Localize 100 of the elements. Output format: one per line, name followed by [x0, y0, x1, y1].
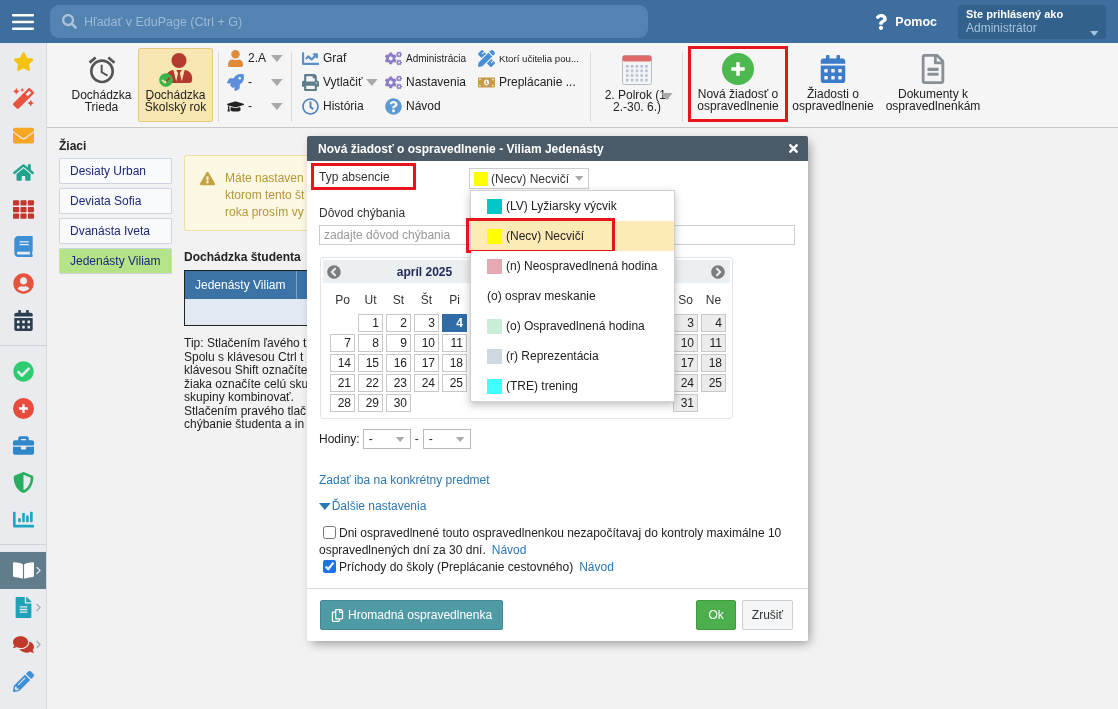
star-icon [13, 51, 34, 72]
day-cell[interactable]: 18 [442, 354, 467, 372]
cancel-button[interactable]: Zrušiť [741, 600, 793, 630]
user-caption: Ste prihlásený ako [966, 6, 1064, 21]
menu-icon[interactable] [12, 13, 34, 30]
student-item[interactable]: Jedenásty Viliam [59, 248, 172, 274]
day-cell[interactable]: 24 [673, 374, 698, 392]
day-cell[interactable]: 1 [358, 314, 383, 332]
toolbar-menu-item[interactable]: Návod [385, 94, 470, 118]
plus-circle-icon [722, 53, 754, 85]
attendance-title: Dochádzka študenta [184, 250, 302, 265]
day-cell[interactable]: 29 [358, 394, 383, 412]
student-item[interactable]: Dvanásta Iveta [59, 218, 172, 244]
weekday-label: Pi [448, 293, 461, 307]
student-item[interactable]: Desiaty Urban [59, 158, 172, 184]
day-cell[interactable]: 4 [701, 314, 726, 332]
day-cell[interactable]: 25 [442, 374, 467, 392]
day-cell[interactable]: 18 [701, 354, 726, 372]
toolbar-button[interactable]: Dokumenty k ospravedlnenkám [886, 49, 980, 119]
toolbar-menu-item[interactable]: História [302, 94, 377, 118]
filter-dropdown[interactable]: 2.A [227, 46, 283, 70]
day-cell[interactable]: 25 [701, 374, 726, 392]
filter-dropdown[interactable]: - [227, 94, 283, 118]
day-cell[interactable]: 30 [386, 394, 411, 412]
absence-type-select[interactable]: (Necv) Necvičí [469, 168, 589, 189]
sidebar-item[interactable] [0, 552, 46, 589]
view-button[interactable]: Dochádzka Trieda [68, 48, 135, 122]
day-cell[interactable]: 10 [414, 334, 439, 352]
hour-select[interactable]: - [422, 429, 471, 449]
dropdown-option[interactable]: (o) osprav meskanie [471, 281, 674, 311]
day-cell[interactable]: 15 [358, 354, 383, 372]
more-settings-link[interactable]: Ďalšie nastavenia [319, 499, 427, 514]
gears-icon [385, 73, 402, 91]
filter-dropdown[interactable]: - [227, 70, 283, 94]
day-cell[interactable]: 21 [330, 374, 355, 392]
day-cell[interactable]: 11 [442, 334, 467, 352]
help-link[interactable]: Návod [579, 560, 614, 574]
day-cell[interactable]: 14 [330, 354, 355, 372]
toolbar-menu-item[interactable]: Nastavenia [385, 70, 470, 94]
day-cell[interactable]: 9 [386, 334, 411, 352]
dropdown-option[interactable]: (o) Ospravedlnená hodina [471, 311, 674, 341]
day-cell[interactable]: 24 [414, 374, 439, 392]
chevron-left-icon[interactable] [327, 264, 341, 279]
toolbar-menu-item[interactable]: Vytlačiť [302, 70, 377, 94]
question-mark-icon [873, 13, 890, 30]
toolbar-menu-item[interactable]: Graf [302, 46, 377, 70]
close-icon[interactable] [787, 142, 800, 155]
view-button[interactable]: Dochádzka Školský rok [138, 48, 213, 122]
checkbox[interactable] [323, 560, 336, 573]
day-cell[interactable]: 23 [386, 374, 411, 392]
day-cell[interactable]: 7 [330, 334, 355, 352]
toolbar-button[interactable]: Nová žiadosť o ospravedlnenie [691, 49, 785, 119]
day-cell[interactable]: 28 [330, 394, 355, 412]
open-book-icon [13, 560, 34, 581]
period-dropdown[interactable]: 2. Polrok (1. 2.-30. 6.) [597, 48, 677, 122]
subject-link[interactable]: Zadať iba na konkrétny predmet [319, 473, 490, 488]
help-icon [385, 97, 402, 115]
rocket-icon [227, 73, 244, 91]
toolbar-menu-item[interactable]: Preplácanie ... [478, 70, 582, 94]
weekday-label: Ut [363, 293, 378, 307]
tip-text: chýbanie študenta a in [184, 418, 306, 432]
day-cell[interactable]: 11 [701, 334, 726, 352]
weekday-label: St [391, 293, 406, 307]
day-cell[interactable]: 31 [673, 394, 698, 412]
dropdown-option[interactable]: (r) Reprezentácia [471, 341, 674, 371]
weekday-label: Št [419, 293, 434, 307]
day-cell[interactable]: 3 [673, 314, 698, 332]
dropdown-option[interactable]: (LV) Lyžiarsky výcvik [471, 191, 674, 221]
user-menu[interactable]: Ste prihlásený ako Administrátor [958, 4, 1106, 39]
help-link[interactable]: Návod [491, 543, 527, 557]
copy-icon [331, 608, 344, 622]
hour-select[interactable]: - [362, 429, 411, 449]
day-cell[interactable]: 2 [386, 314, 411, 332]
day-cell[interactable]: 10 [673, 334, 698, 352]
checkbox[interactable] [323, 526, 336, 539]
warning-text: ktorom tento št [225, 187, 305, 204]
student-item[interactable]: Deviata Sofia [59, 188, 172, 214]
help-link[interactable]: Pomoc [873, 13, 937, 30]
shield-icon [13, 472, 34, 493]
day-cell[interactable]: 17 [673, 354, 698, 372]
checkbox-option[interactable]: Dni ospravedlnené touto ospravedlnenkou nezapočítavaj do kontroly maximálne 10 ospravedlnených dní za 30 dní. Návod [319, 525, 796, 559]
user-name: Administrátor [966, 20, 1038, 36]
dropdown-option[interactable]: (n) Neospravedlnená hodina [471, 251, 674, 281]
checkbox-option[interactable]: Príchody do školy (Preplácanie cestovného) Návod [319, 559, 796, 576]
toolbar-menu-item[interactable]: Ktorí učitelia pou... [478, 46, 582, 70]
toolbar-menu-item[interactable]: Administrácia [385, 46, 470, 70]
search-field[interactable]: Hľadať v EduPage (Ctrl + G) [50, 5, 648, 38]
dropdown-option[interactable]: (TRE) trening [471, 371, 674, 401]
day-cell[interactable]: 22 [358, 374, 383, 392]
toolbar-button[interactable]: Žiadosti o ospravedlnenie [793, 49, 873, 119]
person-icon [227, 49, 244, 67]
warning-text: Máte nastaven [225, 170, 305, 187]
day-cell[interactable]: 16 [386, 354, 411, 372]
day-cell[interactable]: 17 [414, 354, 439, 372]
plus-circle-icon [13, 398, 34, 419]
notebook-icon [13, 236, 34, 257]
day-cell[interactable]: 4 [442, 314, 467, 332]
day-cell[interactable]: 3 [414, 314, 439, 332]
day-cell[interactable]: 8 [358, 334, 383, 352]
chevron-right-icon[interactable] [711, 264, 725, 279]
